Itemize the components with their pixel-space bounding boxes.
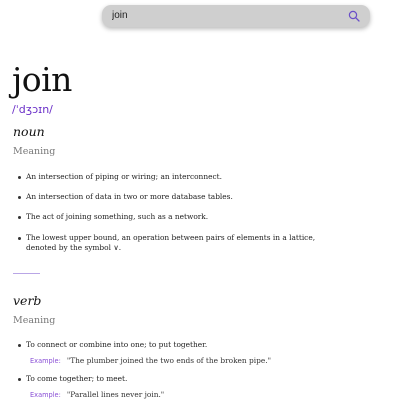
bullet [18,195,21,199]
phonetic-text[interactable]: /ˈdʒɔɪn/ [12,103,53,116]
definition-text: To connect or combine into one; to put t… [26,340,208,349]
bullet [18,343,21,347]
meaning-label: Meaning [13,315,56,326]
bullet [18,215,21,219]
headword: join [12,60,72,99]
bullet [18,236,21,240]
example-text: "The plumber joined the two ends of the … [66,356,271,365]
definition-item: The act of joining something, such as a … [18,212,318,222]
part-of-speech-noun: noun [13,124,45,139]
example: Example: "Parallel lines never join." [30,390,318,400]
example-label: Example: [30,357,61,365]
definition-text: The act of joining something, such as a … [26,212,209,221]
part-of-speech-verb: verb [13,293,42,308]
section-divider [13,273,40,274]
example-text: "Parallel lines never join." [66,390,165,399]
definition-text: The lowest upper bound, an operation bet… [26,233,316,252]
definition-text: To come together; to meet. [26,374,128,383]
search-bar [102,5,370,27]
bullet [18,377,21,381]
example-label: Example: [30,391,61,399]
search-icon[interactable] [348,10,360,22]
definition-item: The lowest upper bound, an operation bet… [18,233,318,253]
definition-item: An intersection of piping or wiring; an … [18,172,318,182]
example: Example: "The plumber joined the two ends… [30,356,318,366]
definition-text: An intersection of piping or wiring; an … [26,172,222,181]
definition-item: An intersection of data in two or more d… [18,192,318,202]
bullet [18,175,21,179]
definition-text: An intersection of data in two or more d… [26,192,233,201]
search-input[interactable] [112,5,332,27]
definition-item: To come together; to meet. Example: "Para… [18,374,318,400]
definition-item: To connect or combine into one; to put t… [18,340,318,366]
meaning-label: Meaning [13,146,56,157]
